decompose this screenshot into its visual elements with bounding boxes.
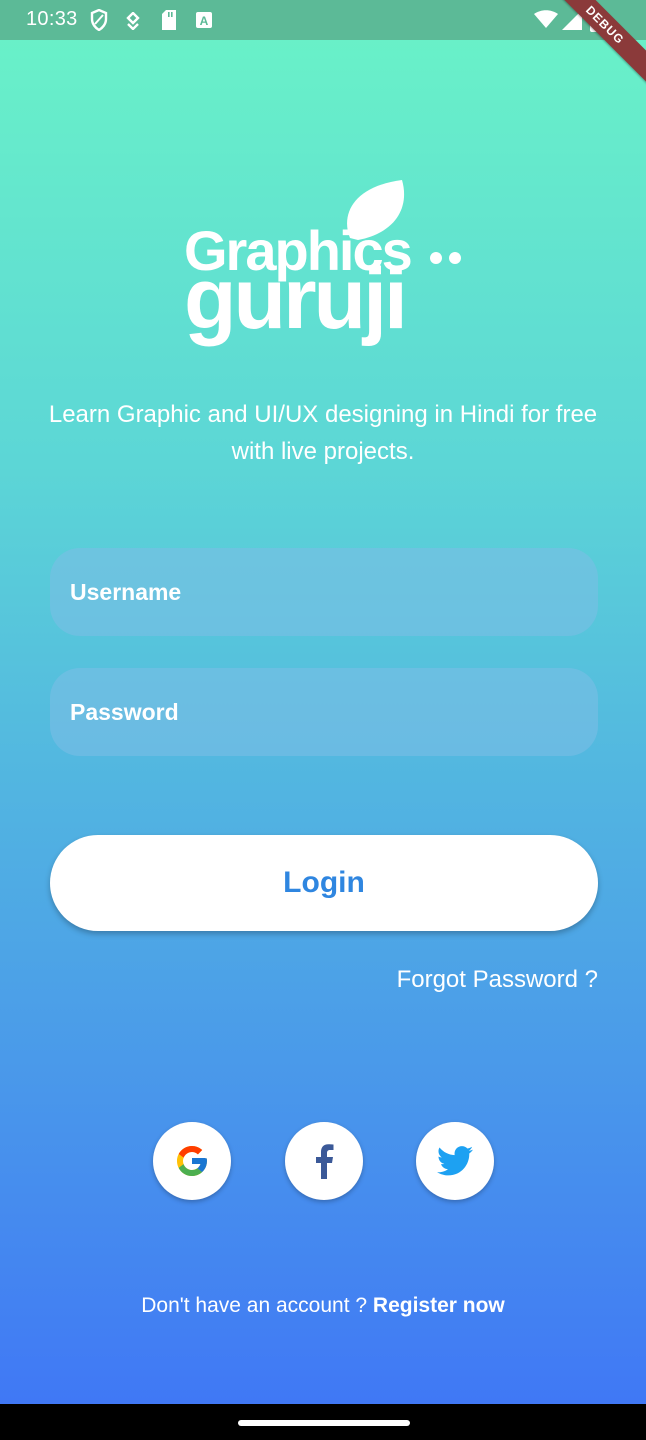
graphics-guruji-logo: Graphics guruji — [184, 180, 461, 347]
notification-icon — [126, 12, 140, 30]
facebook-icon — [316, 1144, 334, 1179]
username-field[interactable]: Username — [50, 548, 598, 636]
login-screen: 10:33 A DEBUG Graphics guruji Learn Grap… — [0, 0, 646, 1404]
register-row: Don't have an account ? Register now — [0, 1294, 646, 1318]
shield-icon — [90, 9, 108, 31]
google-login-button[interactable] — [153, 1122, 231, 1200]
svg-text:A: A — [200, 14, 209, 28]
google-icon — [177, 1146, 207, 1176]
navigation-bar — [0, 1404, 646, 1440]
home-indicator[interactable] — [238, 1420, 410, 1426]
password-field[interactable]: Password — [50, 668, 598, 756]
username-placeholder: Username — [70, 578, 182, 605]
login-button[interactable]: Login — [50, 835, 598, 931]
password-placeholder: Password — [70, 698, 179, 725]
register-prompt: Don't have an account ? — [141, 1294, 368, 1317]
keyboard-icon: A — [196, 12, 212, 28]
wifi-icon — [534, 10, 558, 28]
sd-card-icon — [162, 10, 176, 30]
twitter-icon — [437, 1146, 473, 1176]
status-bar: 10:33 A DEBUG — [0, 0, 646, 93]
facebook-login-button[interactable] — [285, 1122, 363, 1200]
twitter-login-button[interactable] — [416, 1122, 494, 1200]
register-now-link[interactable]: Register now — [373, 1294, 505, 1317]
tagline: Learn Graphic and UI/UX designing in Hin… — [48, 401, 598, 465]
logo-text-guruji: guruji — [184, 251, 405, 347]
status-time: 10:33 — [26, 8, 78, 30]
forgot-password-link[interactable]: Forgot Password ? — [397, 966, 598, 994]
